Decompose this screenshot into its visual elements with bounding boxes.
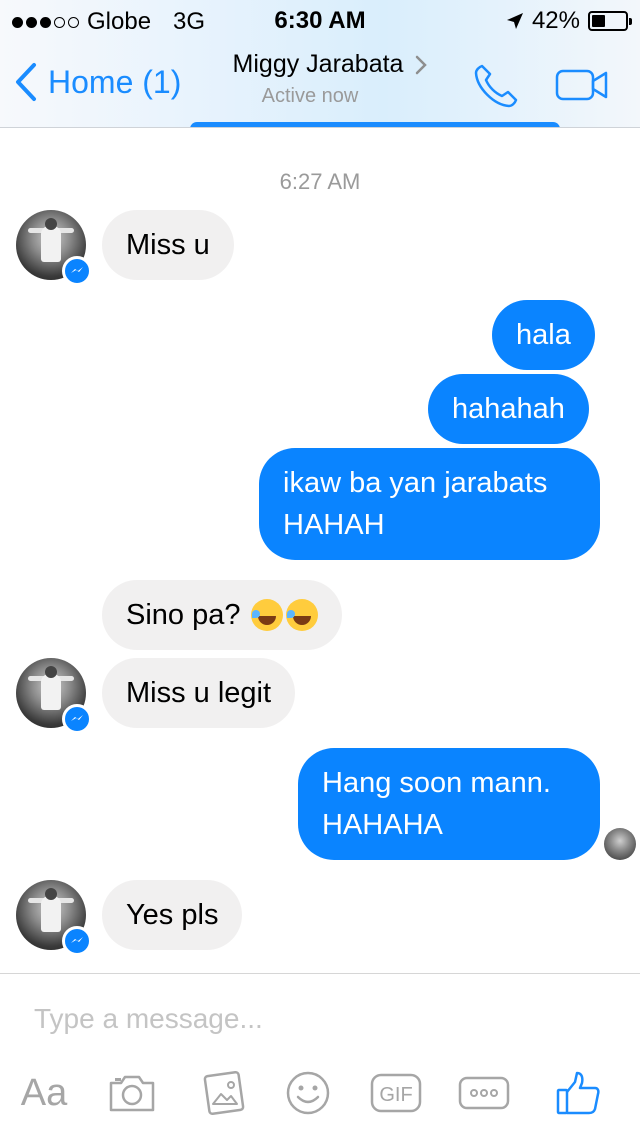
contact-avatar[interactable] [16, 880, 92, 956]
incoming-message[interactable]: Yes pls [102, 880, 243, 950]
composer-toolbar: Aa GIF [0, 1058, 640, 1128]
messenger-badge-icon [62, 256, 92, 286]
camera-button[interactable] [104, 1058, 160, 1128]
seen-receipt-avatar [604, 828, 636, 860]
message-text-line: HAHAHA [322, 809, 443, 841]
gif-label: GIF [379, 1084, 412, 1106]
message-text-line: ikaw ba yan jarabats [283, 467, 548, 499]
gif-icon: GIF [370, 1073, 422, 1113]
like-button[interactable] [550, 1058, 606, 1128]
composer-divider [0, 973, 640, 974]
message-timestamp: 6:27 AM [279, 169, 361, 194]
status-bar: Globe 3G 6:30 AM 42% [0, 0, 640, 40]
tears-of-joy-emoji-icon [285, 599, 318, 631]
header-accent-bar [190, 122, 560, 127]
incoming-message[interactable]: Sino pa? [102, 580, 342, 650]
messenger-badge-icon [62, 926, 92, 956]
messenger-badge-icon [62, 704, 92, 734]
contact-title[interactable]: Miggy Jarabata Active now [0, 50, 640, 108]
emoji-button[interactable] [282, 1058, 334, 1128]
chevron-right-icon [416, 55, 428, 74]
gallery-button[interactable] [196, 1058, 252, 1128]
gif-button[interactable]: GIF [368, 1058, 424, 1128]
battery-percent: 42% [531, 7, 580, 34]
conversation-header: Globe 3G 6:30 AM 42% Home (1) Miggy Jara… [0, 0, 640, 128]
outgoing-message[interactable]: Hang soon mann. HAHAHA [298, 748, 600, 860]
message-text: Miss u legit [126, 677, 272, 709]
status-right: 42% [506, 7, 632, 35]
contact-name: Miggy Jarabata [232, 50, 404, 78]
incoming-message[interactable]: Miss u legit [102, 658, 296, 728]
emoji-icon [286, 1071, 330, 1115]
message-text: Sino pa? [126, 599, 241, 631]
voice-call-button[interactable] [472, 62, 520, 115]
message-text: Miss u [126, 229, 210, 261]
camera-icon [109, 1075, 155, 1112]
video-call-button[interactable] [555, 68, 609, 107]
more-options-button[interactable] [456, 1058, 512, 1128]
tears-of-joy-emoji-icon [250, 599, 283, 631]
thumbs-up-icon [556, 1071, 600, 1115]
outgoing-message[interactable]: hala [492, 300, 595, 370]
contact-avatar[interactable] [16, 658, 92, 734]
outgoing-message[interactable]: hahahah [428, 374, 589, 444]
contact-name-row: Miggy Jarabata [233, 50, 428, 79]
message-text: hala [516, 319, 571, 351]
message-input[interactable] [34, 1003, 594, 1035]
gallery-icon [203, 1070, 245, 1116]
incoming-message[interactable]: Miss u [102, 210, 234, 280]
message-text-line: HAHAH [283, 509, 385, 541]
message-text: Yes pls [126, 899, 219, 931]
text-format-button[interactable]: Aa [16, 1058, 72, 1128]
battery-icon [588, 11, 632, 31]
more-icon [458, 1076, 510, 1110]
presence-status: Active now [261, 85, 359, 107]
message-text-line: Hang soon mann. [322, 767, 551, 799]
contact-avatar[interactable] [16, 210, 92, 286]
battery-level [592, 15, 605, 27]
location-arrow-icon [506, 13, 523, 29]
phone-icon [474, 64, 518, 108]
video-camera-icon [555, 69, 608, 101]
message-text: hahahah [452, 393, 565, 425]
outgoing-message[interactable]: ikaw ba yan jarabats HAHAH [259, 448, 600, 560]
